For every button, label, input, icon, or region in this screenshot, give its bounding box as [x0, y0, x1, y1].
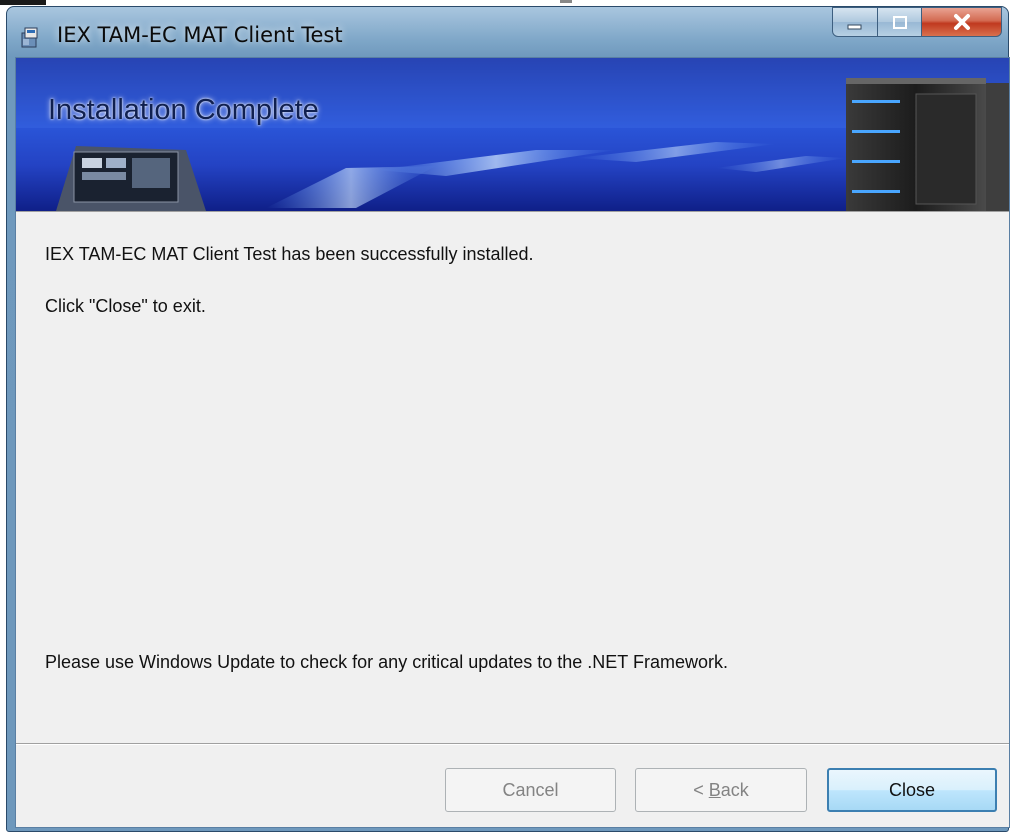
back-button-label: < Back [693, 779, 749, 800]
cancel-button-label: Cancel [502, 779, 559, 800]
title-bar[interactable]: IEX TAM-EC MAT Client Test [7, 7, 1008, 55]
banner-title: Installation Complete [48, 94, 319, 126]
installer-package-icon[interactable] [19, 25, 43, 49]
cancel-button[interactable]: Cancel [445, 768, 616, 812]
exit-instruction: Click "Close" to exit. [45, 296, 206, 316]
window-title: IEX TAM-EC MAT Client Test [57, 23, 343, 47]
taskbar-fragment [0, 0, 46, 5]
header-banner: Installation Complete [16, 58, 1009, 211]
close-button-label: Close [888, 779, 936, 800]
success-message: IEX TAM-EC MAT Client Test has been succ… [45, 244, 534, 264]
laptop-and-server-banner-graphic [16, 58, 1009, 211]
close-window-button[interactable] [922, 7, 1002, 37]
close-icon [953, 14, 970, 30]
back-mnemonic: B [708, 779, 721, 800]
button-separator [16, 743, 1009, 745]
close-button[interactable]: Close [827, 768, 997, 812]
banner-divider [16, 211, 1009, 212]
installer-window: IEX TAM-EC MAT Client Test Installation … [6, 6, 1010, 832]
back-button[interactable]: < Back [635, 768, 807, 812]
taskbar-fragment-2 [560, 0, 572, 3]
dialog-client-area: Installation Complete IEX TAM-EC MAT Cli… [15, 57, 1010, 828]
maximize-icon [892, 16, 907, 29]
maximize-button[interactable] [878, 7, 922, 37]
windows-update-note: Please use Windows Update to check for a… [45, 652, 728, 672]
minimize-icon [847, 24, 862, 30]
caption-buttons [832, 7, 1002, 37]
minimize-button[interactable] [832, 7, 878, 37]
